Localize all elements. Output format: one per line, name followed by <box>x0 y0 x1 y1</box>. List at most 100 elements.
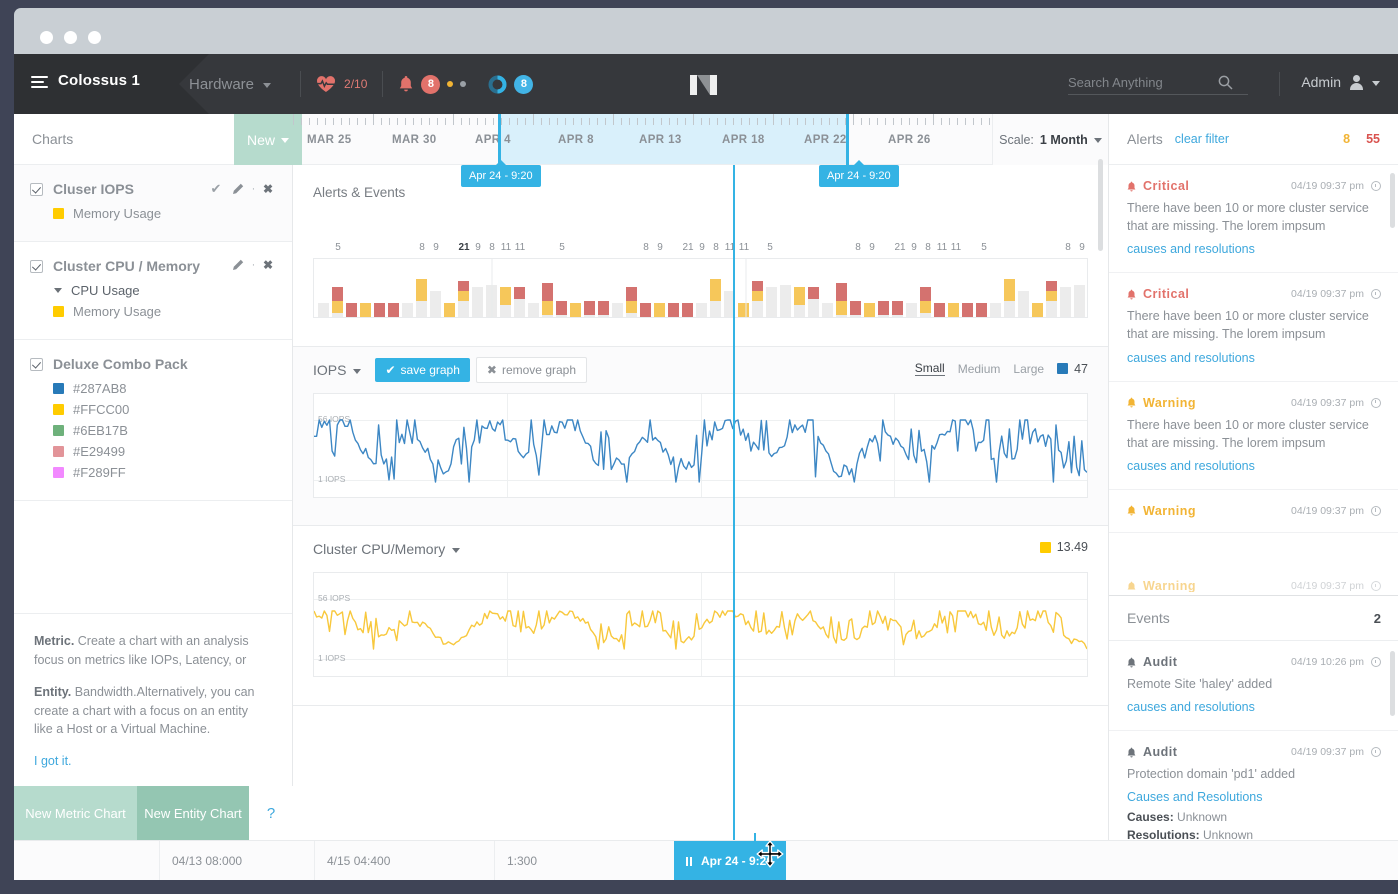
alert-bar-value: 5 <box>330 242 346 253</box>
iops-plot[interactable]: 56 IOPS 1 IOPS <box>313 393 1088 498</box>
new-metric-chart-button[interactable]: New Metric Chart <box>14 786 137 840</box>
chart-series-label: #287AB8 <box>73 381 127 396</box>
selection-handle-left-flag[interactable]: Apr 24 - 9:20 <box>461 165 541 187</box>
dot-icon[interactable]: · <box>249 259 258 271</box>
alert-resolution-link[interactable]: causes and resolutions <box>1127 242 1255 256</box>
nav-section-hardware[interactable]: Hardware <box>189 76 285 93</box>
dot-icon[interactable]: · <box>249 183 258 195</box>
alerts-indicator[interactable]: 8 <box>398 75 466 94</box>
selection-handle-right-line[interactable] <box>846 114 849 165</box>
cpu-memory-plot[interactable]: 56 IOPS 1 IOPS <box>313 572 1088 677</box>
bell-icon <box>1127 181 1136 192</box>
event-time-label: 04/19 10:26 pm <box>1291 656 1364 668</box>
chart-group-checkbox[interactable] <box>30 183 43 196</box>
size-option-small[interactable]: Small <box>915 361 945 376</box>
remove-graph-button[interactable]: ✖ remove graph <box>476 357 587 383</box>
chart-series-item[interactable]: #287AB8 <box>53 381 276 396</box>
series-color-swatch <box>53 306 64 317</box>
events-list-scrollbar[interactable] <box>1390 651 1395 716</box>
alert-item[interactable]: Critical04/19 09:37 pmThere have been 10… <box>1109 273 1398 381</box>
event-resolution-link[interactable]: Causes and Resolutions <box>1127 790 1263 804</box>
alert-resolution-link[interactable]: causes and resolutions <box>1127 459 1255 473</box>
scale-selector[interactable]: Scale: 1 Month <box>992 114 1108 165</box>
search-input[interactable] <box>1068 71 1218 94</box>
new-entity-chart-button[interactable]: New Entity Chart <box>137 786 249 840</box>
pencil-icon[interactable] <box>227 259 249 271</box>
window-controls[interactable] <box>40 31 101 44</box>
event-resolution-link[interactable]: causes and resolutions <box>1127 700 1255 714</box>
check-icon: ✔ <box>385 363 395 377</box>
close-icon[interactable]: ✖ <box>258 182 278 196</box>
alert-resolution-link[interactable]: causes and resolutions <box>1127 351 1255 365</box>
iops-title[interactable]: IOPS <box>313 362 361 378</box>
event-item[interactable]: Audit04/19 09:37 pmProtection domain 'pd… <box>1109 731 1398 840</box>
chart-series-item[interactable]: #FFCC00 <box>53 402 276 417</box>
chart-group-checkbox[interactable] <box>30 260 43 273</box>
alert-time-label: 04/19 09:37 pm <box>1291 397 1364 409</box>
chart-series-item[interactable]: #6EB17B <box>53 423 276 438</box>
alerts-list-scrollbar[interactable] <box>1390 173 1395 228</box>
pencil-icon[interactable] <box>227 183 249 195</box>
chart-group-header[interactable]: Deluxe Combo Pack <box>30 356 276 372</box>
dismiss-help-link[interactable]: I got it. <box>34 754 72 768</box>
chart-series-item[interactable]: #F289FF <box>53 465 276 480</box>
chart-size-controls: Small Medium Large 47 <box>915 361 1088 376</box>
window-maximize-dot[interactable] <box>88 31 101 44</box>
cpu-memory-title[interactable]: Cluster CPU/Memory <box>313 541 460 557</box>
nutanix-logo-icon[interactable] <box>688 74 724 96</box>
chart-series-item[interactable]: Memory Usage <box>53 206 276 221</box>
selection-handle-left-line[interactable] <box>498 114 501 165</box>
size-option-medium[interactable]: Medium <box>958 362 1001 376</box>
chart-series-item[interactable]: #E29499 <box>53 444 276 459</box>
close-icon[interactable]: ✖ <box>258 258 278 272</box>
bottom-time-cell-3[interactable]: 1:300 <box>494 841 699 881</box>
tasks-indicator[interactable]: 8 <box>488 75 533 94</box>
selection-handle-right-flag[interactable]: Apr 24 - 9:20 <box>819 165 899 187</box>
chart-card-cpu-memory: Cluster CPU/Memory 13.49 <box>293 526 1108 706</box>
global-search[interactable] <box>1068 71 1248 95</box>
alert-item[interactable]: Warning04/19 09:37 pmThere have been 10 … <box>1109 382 1398 490</box>
check-icon[interactable]: ✔ <box>205 181 227 197</box>
window-close-dot[interactable] <box>40 31 53 44</box>
event-item[interactable]: Audit04/19 10:26 pmRemote Site 'haley' a… <box>1109 641 1398 731</box>
bell-icon <box>1127 747 1136 758</box>
chart-series-label: #FFCC00 <box>73 402 129 417</box>
event-severity-label: Audit <box>1143 655 1177 669</box>
new-chart-button[interactable]: New <box>234 114 302 165</box>
alert-timestamp: 04/19 09:37 pm <box>1291 288 1381 300</box>
help-button[interactable]: ? <box>249 786 293 840</box>
cpu-memory-title-label: Cluster CPU/Memory <box>313 541 445 557</box>
cluster-name[interactable]: Colossus 1 <box>58 72 140 89</box>
charts-scrollbar[interactable] <box>1098 159 1103 251</box>
chevron-down-icon <box>281 138 289 143</box>
events-list[interactable]: Audit04/19 10:26 pmRemote Site 'haley' a… <box>1109 641 1398 840</box>
chart-series-item[interactable]: CPU Usage <box>53 283 276 298</box>
clear-filter-link[interactable]: clear filter <box>1175 132 1229 146</box>
window-minimize-dot[interactable] <box>64 31 77 44</box>
event-header: Audit 04/19 10:26 pm <box>1127 655 1381 669</box>
timeline-tick: APR 4 <box>475 134 511 146</box>
bottom-time-cell-2[interactable]: 4/15 04:400 <box>314 841 494 881</box>
events-panel-title: Events <box>1127 610 1170 626</box>
hamburger-menu-icon[interactable] <box>31 76 48 89</box>
pause-icon[interactable] <box>686 857 692 866</box>
alerts-list[interactable]: Critical04/19 09:37 pmThere have been 10… <box>1109 165 1398 595</box>
alert-item[interactable]: Critical04/19 09:37 pmThere have been 10… <box>1109 165 1398 273</box>
cluster-health-indicator[interactable]: 2/10 <box>316 75 367 93</box>
alert-item-partial[interactable]: Warning04/19 09:37 pm <box>1127 580 1381 592</box>
bell-icon <box>1127 505 1136 516</box>
chart-group-checkbox[interactable] <box>30 358 43 371</box>
search-icon[interactable] <box>1218 75 1233 90</box>
alert-item[interactable]: Warning04/19 09:37 pm <box>1109 490 1398 533</box>
chart-series-item[interactable]: Memory Usage <box>53 304 276 319</box>
save-graph-button[interactable]: ✔ save graph <box>375 358 469 382</box>
nav-divider-2 <box>382 71 383 97</box>
user-menu[interactable]: Admin <box>1301 74 1380 90</box>
timeline-cursor-line[interactable] <box>733 165 735 840</box>
bell-icon <box>1127 657 1136 668</box>
bottom-time-cell-1[interactable]: 04/13 08:000 <box>159 841 314 881</box>
chart-group: Cluser IOPS✔·✖Memory Usage <box>14 165 292 242</box>
size-option-large[interactable]: Large <box>1013 362 1044 376</box>
alerts-events-bar-chart[interactable]: 589219811115892198111158921981111589 <box>313 258 1088 318</box>
alert-bar-value: 11 <box>512 242 528 253</box>
